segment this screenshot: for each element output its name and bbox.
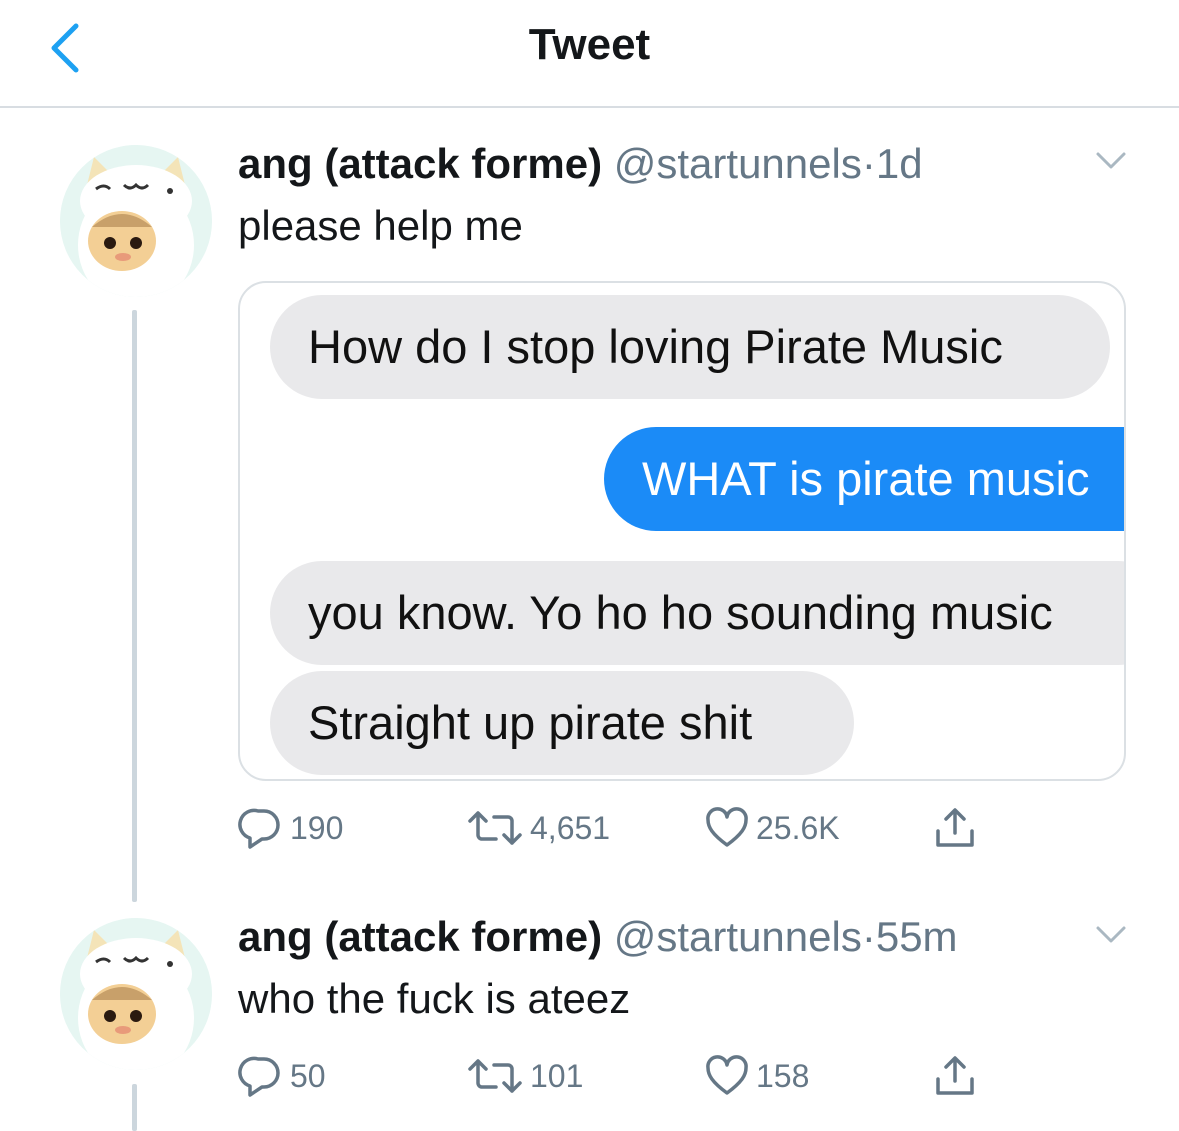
display-name[interactable]: ang (attack forme)	[238, 140, 602, 187]
chevron-down-icon[interactable]	[1094, 924, 1128, 946]
display-name[interactable]: ang (attack forme)	[238, 913, 602, 960]
timestamp[interactable]: 1d	[876, 140, 923, 187]
tweet-text: please help me	[238, 202, 523, 249]
retweet-icon	[468, 1059, 522, 1093]
share-icon	[936, 1056, 974, 1095]
avatar[interactable]	[60, 918, 212, 1070]
tweet-meta: ang (attack forme) @startunnels·55m	[238, 913, 958, 961]
heart-icon	[706, 807, 748, 847]
avatar-image	[60, 918, 212, 1070]
retweet-count: 4,651	[530, 809, 611, 846]
retweet-icon	[468, 811, 522, 845]
share-icon	[936, 808, 974, 847]
like-button[interactable]: 25.6K	[704, 798, 840, 858]
timestamp[interactable]: 55m	[876, 913, 958, 960]
reply-count: 190	[290, 809, 344, 846]
like-button[interactable]: 158	[704, 1046, 809, 1106]
reply-count: 50	[290, 1057, 326, 1094]
nav-header: Tweet	[0, 0, 1179, 108]
tweet-meta: ang (attack forme) @startunnels·1d	[238, 140, 923, 188]
like-count: 25.6K	[756, 809, 840, 846]
tweet-actions: 190 4,651 25.6K	[238, 798, 998, 858]
avatar[interactable]	[60, 145, 212, 297]
reply-icon	[238, 1056, 280, 1097]
reply-button[interactable]: 50	[238, 1046, 326, 1106]
message-bubble-received: How do I stop loving Pirate Music	[270, 295, 1110, 399]
separator: ·	[861, 140, 876, 187]
tweet-actions: 50 101 158	[238, 1046, 998, 1106]
message-bubble-received: you know. Yo ho ho sounding music	[270, 561, 1124, 665]
share-button[interactable]	[932, 798, 984, 858]
thread-connector	[132, 310, 137, 902]
retweet-count: 101	[530, 1057, 584, 1094]
heart-icon	[706, 1055, 748, 1095]
like-count: 158	[756, 1057, 810, 1094]
share-button[interactable]	[932, 1046, 984, 1106]
message-bubble-sent: WHAT is pirate music	[604, 427, 1124, 531]
separator: ·	[861, 913, 876, 960]
retweet-button[interactable]: 4,651	[466, 798, 610, 858]
chevron-down-icon[interactable]	[1094, 150, 1128, 172]
reply-icon	[238, 808, 280, 849]
avatar-image	[60, 145, 212, 297]
user-handle[interactable]: @startunnels	[614, 913, 862, 960]
retweet-button[interactable]: 101	[466, 1046, 583, 1106]
user-handle[interactable]: @startunnels	[614, 140, 862, 187]
page-title: Tweet	[528, 20, 651, 69]
tweet-image[interactable]: How do I stop loving Pirate Music WHAT i…	[238, 281, 1126, 781]
reply-button[interactable]: 190	[238, 798, 343, 858]
thread-connector	[132, 1084, 137, 1131]
tweet-text: who the fuck is ateez	[238, 975, 631, 1022]
message-bubble-received: Straight up pirate shit	[270, 671, 854, 775]
